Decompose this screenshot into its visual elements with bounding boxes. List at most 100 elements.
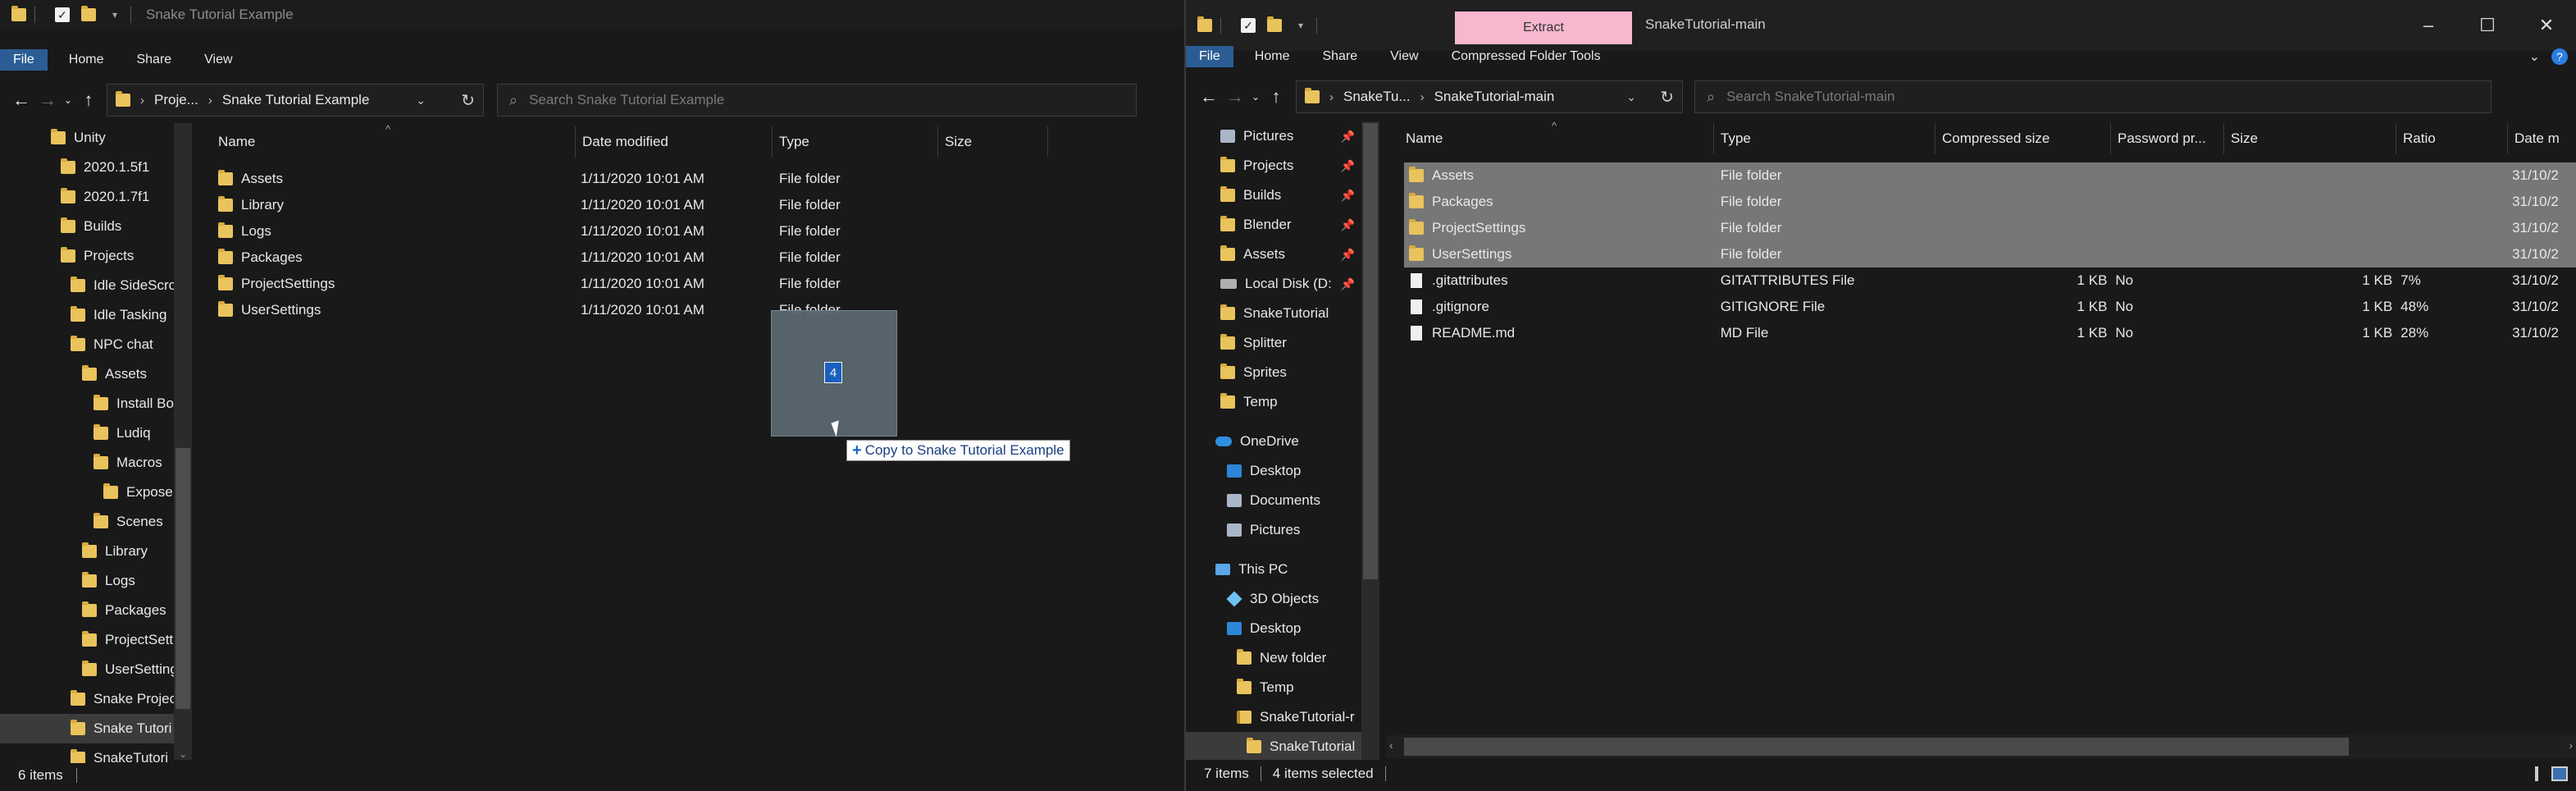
maximize-button[interactable]: ☐: [2458, 0, 2517, 51]
nav-item[interactable]: Assets: [0, 359, 174, 389]
nav-item[interactable]: Builds 📌: [1186, 181, 1361, 210]
nav-item[interactable]: Idle Tasking: [0, 300, 174, 330]
nav-scrollbar[interactable]: [1361, 121, 1379, 760]
nav-item[interactable]: Desktop: [1186, 614, 1361, 643]
nav-item[interactable]: Temp: [1186, 387, 1361, 417]
address-bar[interactable]: › SnakeTu... › SnakeTutorial-main ⌄ ↻: [1296, 80, 1683, 113]
address-dropdown-icon[interactable]: ⌄: [1626, 90, 1636, 104]
forward-button[interactable]: →: [1222, 80, 1248, 113]
nav-item[interactable]: Blender 📌: [1186, 210, 1361, 240]
refresh-icon[interactable]: ↻: [1660, 87, 1674, 107]
file-row-selected[interactable]: ProjectSettings File folder 31/10/2: [1404, 215, 2576, 241]
search-input[interactable]: ⌕ Search Snake Tutorial Example: [497, 84, 1137, 117]
column-compressed-size[interactable]: Compressed size: [1935, 123, 2111, 154]
column-type[interactable]: Type: [1714, 123, 1935, 154]
ribbon-expand-icon[interactable]: ⌄: [2529, 48, 2540, 65]
file-row[interactable]: Packages 1/11/2020 10:01 AM File folder: [218, 245, 943, 271]
nav-item[interactable]: 3D Objects: [1186, 584, 1361, 614]
tab-file[interactable]: File: [0, 49, 48, 71]
breadcrumb-item[interactable]: Proje...: [154, 92, 198, 108]
column-ratio[interactable]: Ratio: [2396, 123, 2508, 154]
tab-share[interactable]: Share: [1311, 46, 1369, 67]
nav-item[interactable]: Idle SideScro: [0, 271, 174, 300]
column-size[interactable]: Size: [938, 126, 1048, 158]
file-row-selected[interactable]: UserSettings File folder 31/10/2: [1404, 241, 2576, 267]
close-button[interactable]: ✕: [2517, 0, 2576, 51]
column-size[interactable]: Size: [2224, 123, 2396, 154]
tab-share[interactable]: Share: [125, 49, 183, 71]
nav-item[interactable]: Ludiq: [0, 418, 174, 448]
nav-item[interactable]: Snake Projec: [0, 684, 174, 714]
nav-item[interactable]: Sprites: [1186, 358, 1361, 387]
nav-item[interactable]: Projects: [0, 241, 174, 271]
file-row[interactable]: README.md MD File 1 KB No 1 KB 28% 31/10…: [1404, 320, 2576, 346]
qat-dropdown-icon[interactable]: ▾: [1293, 16, 1308, 34]
horizontal-scrollbar[interactable]: ‹ ›: [1386, 735, 2576, 758]
tab-file[interactable]: File: [1186, 46, 1233, 67]
column-name[interactable]: Name ^: [1399, 120, 1714, 154]
up-button[interactable]: ↑: [1263, 80, 1289, 113]
column-name[interactable]: Name ^: [212, 123, 576, 158]
nav-scrollbar[interactable]: ⌄: [174, 123, 192, 760]
column-date-modified[interactable]: Date modified: [576, 126, 773, 158]
nav-item-selected[interactable]: SnakeTutorial: [1186, 732, 1361, 760]
recent-dropdown-icon[interactable]: ⌄: [1248, 80, 1263, 113]
scrollbar-thumb[interactable]: [1404, 738, 2349, 756]
nav-item-this-pc[interactable]: This PC: [1186, 555, 1361, 584]
help-icon[interactable]: ?: [2551, 48, 2568, 65]
nav-item[interactable]: Logs: [0, 566, 174, 596]
nav-item[interactable]: Assets 📌: [1186, 240, 1361, 269]
nav-item-pictures[interactable]: Pictures 📌: [1186, 121, 1361, 151]
back-button[interactable]: ←: [1196, 80, 1222, 113]
scrollbar-thumb[interactable]: [1363, 123, 1378, 579]
tab-view[interactable]: View: [1379, 46, 1429, 67]
file-row-selected[interactable]: Assets File folder 31/10/2: [1404, 162, 2576, 189]
tab-view[interactable]: View: [193, 49, 244, 71]
nav-item[interactable]: Macros: [0, 448, 174, 478]
nav-item[interactable]: Library: [0, 537, 174, 566]
nav-item[interactable]: 2020.1.5f1: [0, 153, 174, 182]
nav-item[interactable]: New folder: [1186, 643, 1361, 673]
file-row[interactable]: Logs 1/11/2020 10:01 AM File folder: [218, 218, 943, 245]
new-folder-icon[interactable]: [1267, 16, 1282, 34]
file-row-selected[interactable]: Packages File folder 31/10/2: [1404, 189, 2576, 215]
address-bar[interactable]: › Proje... › Snake Tutorial Example ⌄ ↻: [107, 84, 484, 117]
nav-item[interactable]: Temp: [1186, 673, 1361, 702]
nav-item-onedrive[interactable]: OneDrive: [1186, 427, 1361, 456]
nav-item[interactable]: Builds: [0, 212, 174, 241]
back-button[interactable]: ←: [8, 84, 34, 117]
scrollbar-thumb[interactable]: [176, 448, 190, 709]
nav-item-selected[interactable]: Snake Tutori: [0, 714, 174, 743]
breadcrumb-item[interactable]: SnakeTu...: [1343, 89, 1411, 105]
nav-item[interactable]: SnakeTutorial-r: [1186, 702, 1361, 732]
recent-dropdown-icon[interactable]: ⌄: [61, 84, 75, 117]
column-type[interactable]: Type: [773, 126, 938, 158]
nav-item[interactable]: SnakeTutorial: [1186, 299, 1361, 328]
column-date-modified[interactable]: Date m: [2508, 123, 2574, 154]
scroll-down-icon[interactable]: ⌄: [174, 748, 192, 760]
file-row[interactable]: .gitignore GITIGNORE File 1 KB No 1 KB 4…: [1404, 294, 2576, 320]
new-folder-icon[interactable]: [81, 6, 96, 24]
up-button[interactable]: ↑: [75, 84, 102, 117]
breadcrumb-item[interactable]: Snake Tutorial Example: [222, 92, 370, 108]
qat-dropdown-icon[interactable]: ▾: [107, 6, 122, 24]
nav-item[interactable]: NPC chat: [0, 330, 174, 359]
tab-compressed-folder-tools[interactable]: Compressed Folder Tools: [1440, 46, 1612, 67]
forward-button[interactable]: →: [34, 84, 61, 117]
nav-item[interactable]: ProjectSett: [0, 625, 174, 655]
large-icons-view-icon[interactable]: [2551, 766, 2568, 781]
breadcrumb-item[interactable]: SnakeTutorial-main: [1434, 89, 1555, 105]
nav-item[interactable]: Desktop: [1186, 456, 1361, 486]
file-row[interactable]: .gitattributes GITATTRIBUTES File 1 KB N…: [1404, 267, 2576, 294]
nav-item-local-disk[interactable]: Local Disk (D: 📌: [1186, 269, 1361, 299]
file-row[interactable]: Assets 1/11/2020 10:01 AM File folder: [218, 166, 943, 192]
nav-item[interactable]: SnakeTutori: [0, 743, 174, 763]
refresh-icon[interactable]: ↻: [461, 90, 475, 111]
file-row[interactable]: ProjectSettings 1/11/2020 10:01 AM File …: [218, 271, 943, 297]
nav-item[interactable]: Packages: [0, 596, 174, 625]
nav-item[interactable]: Splitter: [1186, 328, 1361, 358]
nav-item[interactable]: Unity: [0, 123, 174, 153]
tab-extract-context[interactable]: Extract: [1455, 11, 1632, 44]
nav-item[interactable]: Documents: [1186, 486, 1361, 515]
scroll-right-icon[interactable]: ›: [2569, 738, 2573, 752]
